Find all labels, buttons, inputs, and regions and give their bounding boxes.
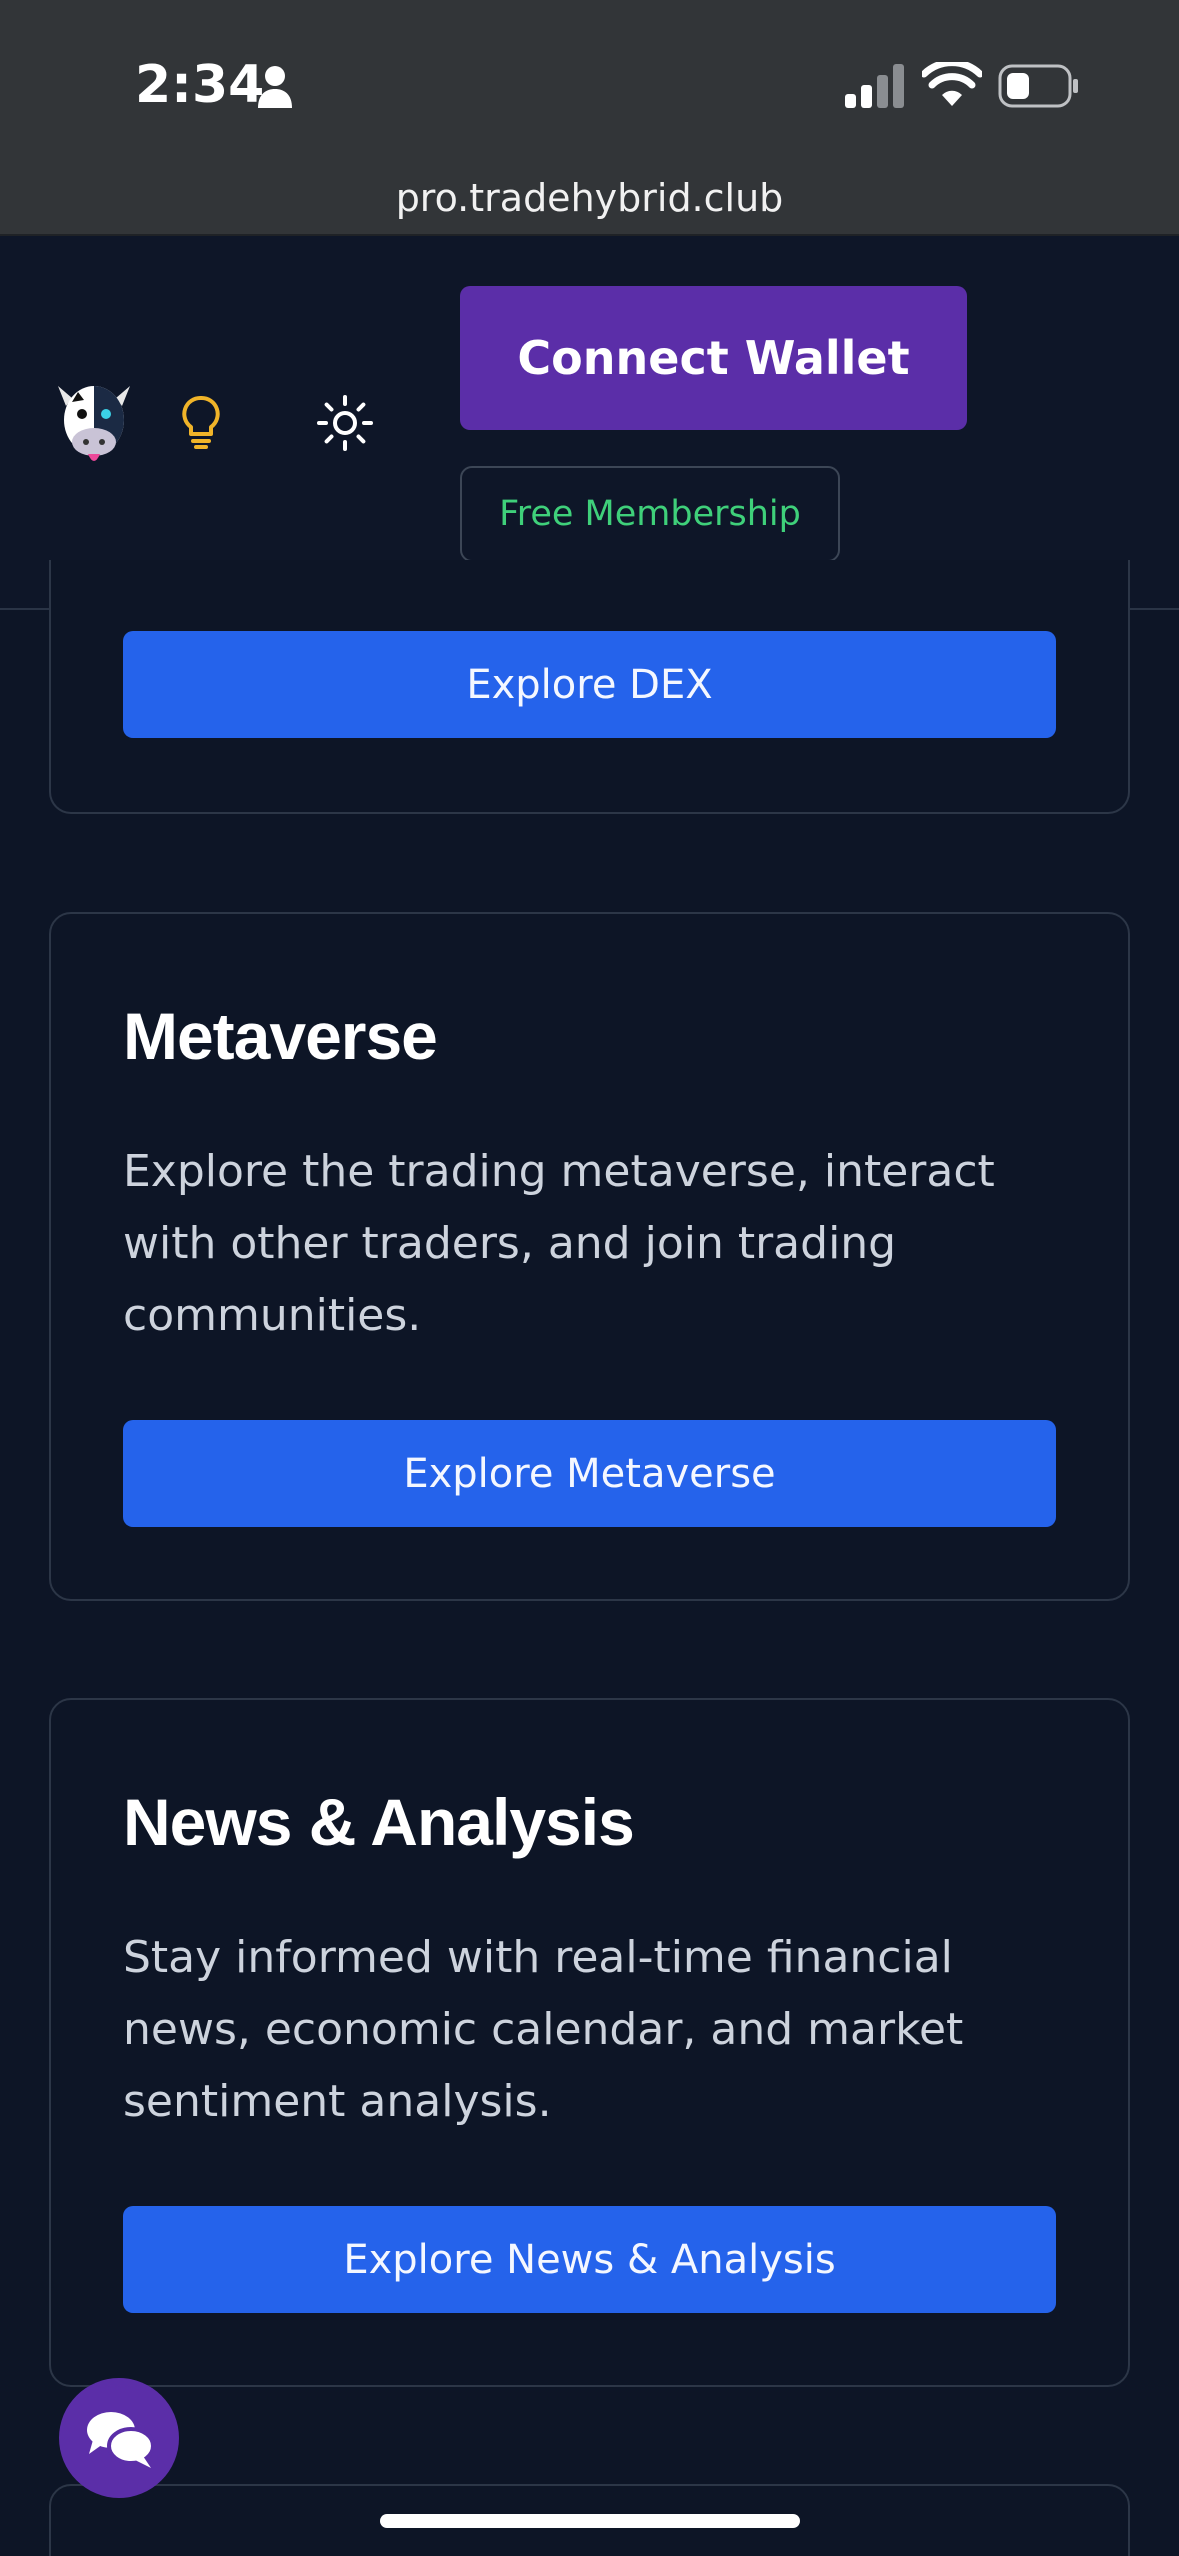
battery-icon [998,64,1078,108]
cellular-signal-icon [845,64,904,108]
wifi-icon [922,62,982,106]
free-membership-button[interactable]: Free Membership [460,466,840,562]
dex-card: Explore DEX [49,560,1130,814]
connect-wallet-button[interactable]: Connect Wallet [460,286,967,430]
news-analysis-card: News & Analysis Stay informed with real-… [49,1698,1130,2387]
sun-icon[interactable] [316,394,374,452]
metaverse-card: Metaverse Explore the trading metaverse,… [49,912,1130,1601]
explore-news-analysis-button[interactable]: Explore News & Analysis [123,2206,1056,2313]
card-description: Stay informed with real-time financial n… [123,1932,964,2127]
status-time: 2:34 [135,55,265,115]
cow-logo-icon[interactable] [52,372,136,472]
card-title: Metaverse [123,999,438,1073]
card-description: Explore the trading metaverse, interact … [123,1146,995,1341]
chat-button[interactable] [59,2378,179,2498]
home-indicator [380,2514,800,2528]
explore-metaverse-button[interactable]: Explore Metaverse [123,1420,1056,1527]
person-icon [258,66,292,108]
url-bar[interactable]: pro.tradehybrid.club [0,170,1179,236]
lightbulb-icon[interactable] [180,394,222,450]
explore-dex-button[interactable]: Explore DEX [123,631,1056,738]
card-title: News & Analysis [123,1785,635,1859]
status-bar: 2:34 [0,0,1179,170]
site-header: Connect Wallet Free Membership [0,236,1179,610]
chat-bubbles-icon [87,2412,155,2468]
